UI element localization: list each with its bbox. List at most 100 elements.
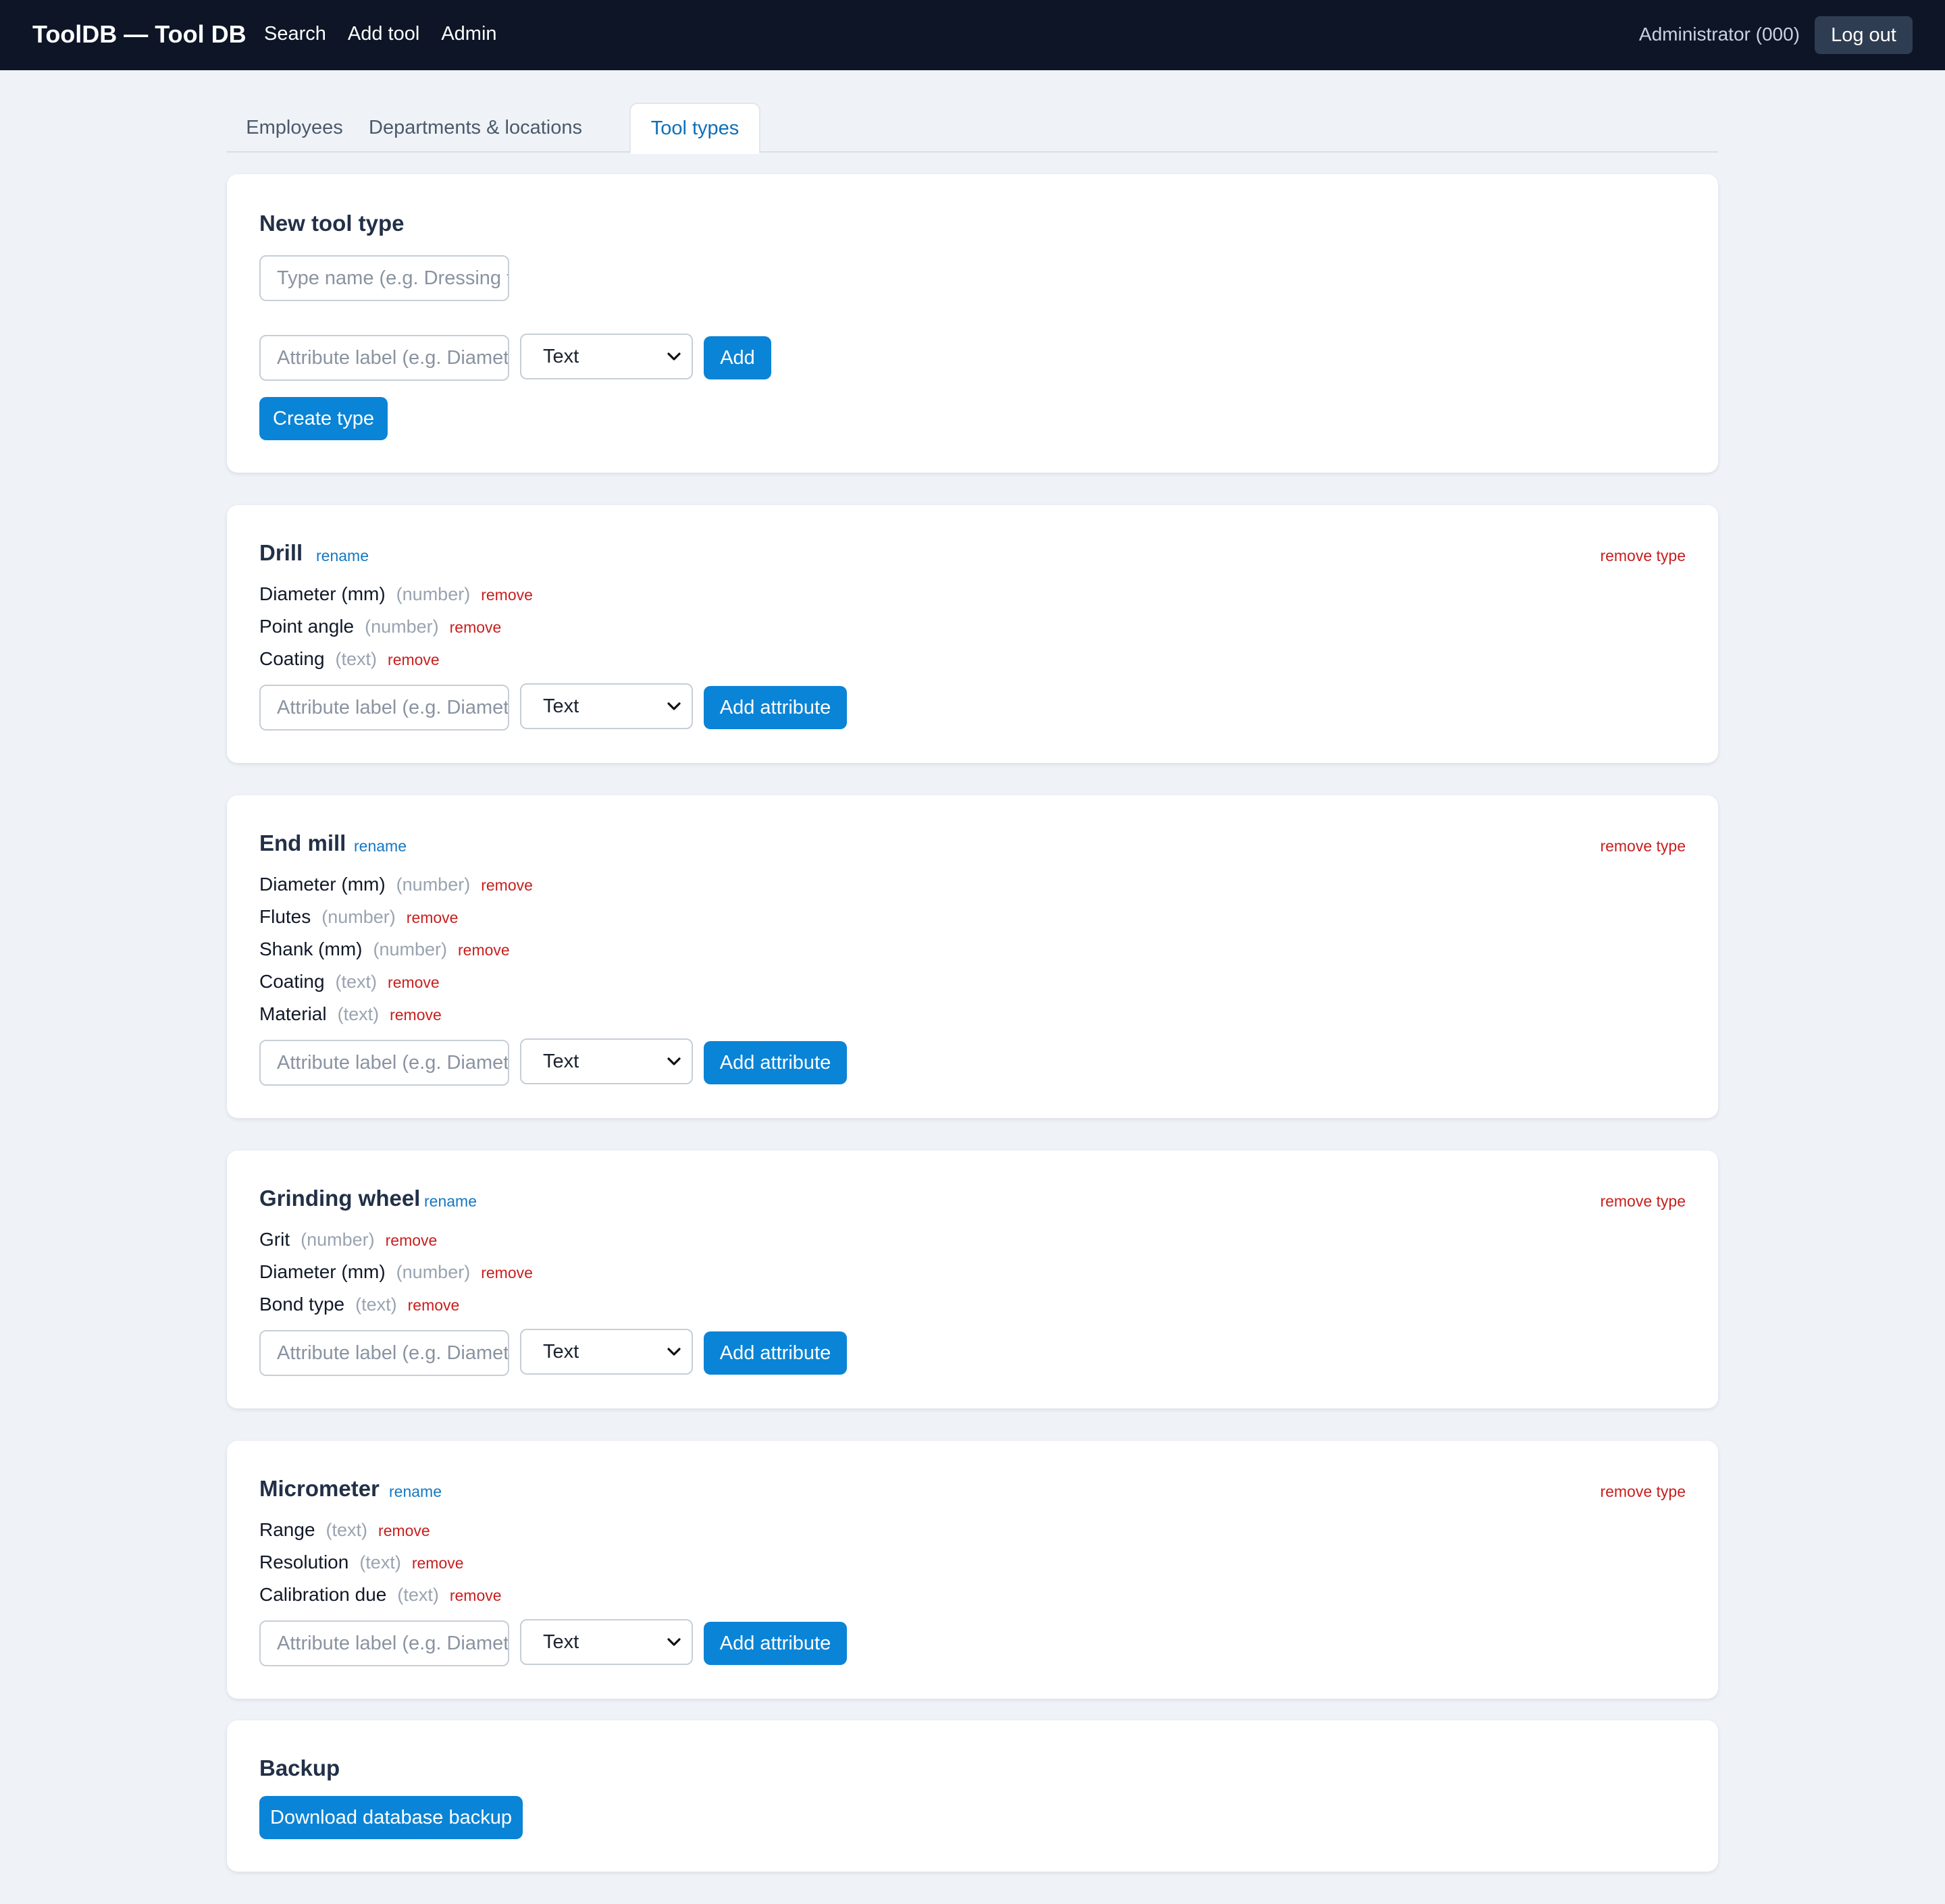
tool-type-card-grinding-wheel: Grinding wheel rename remove type Grit (n…: [227, 1151, 1718, 1408]
attribute-label-input[interactable]: Attribute label (e.g. Diameter): [259, 1330, 509, 1376]
remove-attribute-link[interactable]: remove: [450, 1587, 502, 1605]
type-name: End mill: [259, 830, 346, 855]
attribute-label: Material: [259, 1003, 327, 1024]
attribute-label: Grit: [259, 1229, 290, 1250]
chevron-down-icon: [667, 1638, 681, 1646]
admin-tabs: Employees Departments & locations Tool t…: [227, 103, 1718, 154]
attribute-label: Calibration due: [259, 1584, 387, 1605]
remove-attribute-link[interactable]: remove: [390, 1006, 442, 1024]
type-name: Drill: [259, 540, 303, 565]
remove-attribute-link[interactable]: remove: [481, 1264, 533, 1282]
create-type-button[interactable]: Create type: [259, 397, 388, 440]
attribute-type-select[interactable]: Text: [520, 1329, 693, 1375]
attribute-kind: (number): [301, 1229, 375, 1250]
backup-card: Backup Download database backup: [227, 1720, 1718, 1872]
add-attribute-button[interactable]: Add attribute: [704, 1622, 847, 1665]
nav-add-tool[interactable]: Add tool: [348, 23, 419, 45]
remove-attribute-link[interactable]: remove: [458, 941, 510, 959]
top-navbar: ToolDB — Tool DB Search Add tool Admin A…: [0, 0, 1945, 70]
remove-attribute-link[interactable]: remove: [481, 876, 533, 895]
remove-attribute-link[interactable]: remove: [450, 618, 502, 637]
current-user: Administrator (000): [1638, 24, 1800, 45]
attribute-type-select[interactable]: Text: [520, 1619, 693, 1665]
new-tool-type-card: New tool type Type name (e.g. Dressing t…: [227, 174, 1718, 473]
add-attribute-button[interactable]: Add: [704, 336, 771, 379]
attribute-row: Range (text) remove: [259, 1519, 430, 1541]
remove-type-link[interactable]: remove type: [1600, 1483, 1686, 1501]
attribute-label: Point angle: [259, 616, 355, 637]
brand-title[interactable]: ToolDB — Tool DB: [32, 20, 247, 49]
add-attribute-button[interactable]: Add attribute: [704, 686, 847, 729]
attribute-row: Grit (number) remove: [259, 1229, 437, 1250]
tab-departments-locations[interactable]: Departments & locations: [367, 103, 584, 153]
chevron-down-icon: [667, 1057, 681, 1065]
attribute-type-select[interactable]: Text: [520, 334, 693, 379]
attribute-kind: (number): [396, 874, 471, 895]
rename-link[interactable]: rename: [389, 1483, 442, 1501]
attribute-kind: (text): [335, 649, 378, 669]
attribute-label: Flutes: [259, 906, 311, 927]
tab-tool-types[interactable]: Tool types: [629, 103, 760, 154]
rename-link[interactable]: rename: [424, 1192, 477, 1211]
attribute-label-input[interactable]: Attribute label (e.g. Diameter): [259, 685, 509, 731]
attribute-label: Diameter (mm): [259, 1261, 386, 1282]
backup-title: Backup: [259, 1755, 340, 1780]
tab-employees[interactable]: Employees: [227, 103, 362, 153]
attribute-type-select[interactable]: Text: [520, 1038, 693, 1084]
tool-type-card-drill: Drill rename remove type Diameter (mm) (n…: [227, 505, 1718, 763]
select-value: Text: [543, 1050, 579, 1072]
attribute-kind: (number): [396, 584, 471, 604]
remove-attribute-link[interactable]: remove: [481, 586, 533, 604]
attribute-row: Diameter (mm) (number) remove: [259, 583, 533, 605]
tool-type-card-end-mill: End mill rename remove type Diameter (mm…: [227, 795, 1718, 1118]
attribute-label: Coating: [259, 648, 325, 669]
attribute-kind: (number): [321, 907, 396, 927]
attribute-label: Diameter (mm): [259, 874, 386, 895]
remove-attribute-link[interactable]: remove: [412, 1554, 464, 1572]
attribute-type-select[interactable]: Text: [520, 683, 693, 729]
remove-attribute-link[interactable]: remove: [388, 651, 440, 669]
attribute-kind: (number): [373, 939, 447, 959]
attribute-row: Material (text) remove: [259, 1003, 442, 1025]
remove-attribute-link[interactable]: remove: [407, 909, 459, 927]
attribute-label-input[interactable]: Attribute label (e.g. Diameter): [259, 1040, 509, 1086]
type-name: Grinding wheel: [259, 1186, 421, 1211]
attribute-kind: (text): [326, 1520, 368, 1540]
add-attribute-button[interactable]: Add attribute: [704, 1041, 847, 1084]
remove-attribute-link[interactable]: remove: [386, 1232, 438, 1250]
rename-link[interactable]: rename: [316, 547, 369, 565]
attribute-label: Resolution: [259, 1552, 349, 1572]
attribute-kind: (text): [359, 1552, 401, 1572]
attribute-kind: (number): [396, 1262, 471, 1282]
download-backup-button[interactable]: Download database backup: [259, 1796, 523, 1839]
attribute-label: Bond type: [259, 1294, 345, 1315]
logout-button[interactable]: Log out: [1815, 16, 1913, 54]
nav-admin[interactable]: Admin: [441, 23, 496, 45]
attribute-row: Point angle (number) remove: [259, 616, 501, 637]
attribute-label-input[interactable]: Attribute label (e.g. Diameter): [259, 1620, 509, 1666]
attribute-kind: (number): [365, 616, 439, 637]
tool-type-card-micrometer: Micrometer rename remove type Range (text…: [227, 1441, 1718, 1699]
remove-attribute-link[interactable]: remove: [378, 1522, 430, 1540]
attribute-label: Coating: [259, 971, 325, 992]
attribute-row: Shank (mm) (number) remove: [259, 938, 510, 960]
select-value: Text: [543, 345, 579, 367]
remove-type-link[interactable]: remove type: [1600, 1192, 1686, 1211]
remove-type-link[interactable]: remove type: [1600, 547, 1686, 565]
attribute-label: Range: [259, 1519, 315, 1540]
remove-type-link[interactable]: remove type: [1600, 837, 1686, 855]
nav-search[interactable]: Search: [264, 23, 326, 45]
select-value: Text: [543, 1631, 579, 1653]
chevron-down-icon: [667, 1348, 681, 1356]
add-attribute-button[interactable]: Add attribute: [704, 1331, 847, 1375]
remove-attribute-link[interactable]: remove: [388, 974, 440, 992]
attribute-row: Flutes (number) remove: [259, 906, 458, 928]
attribute-row: Resolution (text) remove: [259, 1552, 464, 1573]
type-name-input[interactable]: Type name (e.g. Dressing tool): [259, 255, 509, 301]
select-value: Text: [543, 1340, 579, 1363]
attribute-kind: (text): [397, 1585, 439, 1605]
card-title: New tool type: [259, 211, 405, 236]
attribute-label-input[interactable]: Attribute label (e.g. Diameter): [259, 335, 509, 381]
remove-attribute-link[interactable]: remove: [408, 1296, 460, 1315]
rename-link[interactable]: rename: [354, 837, 407, 855]
